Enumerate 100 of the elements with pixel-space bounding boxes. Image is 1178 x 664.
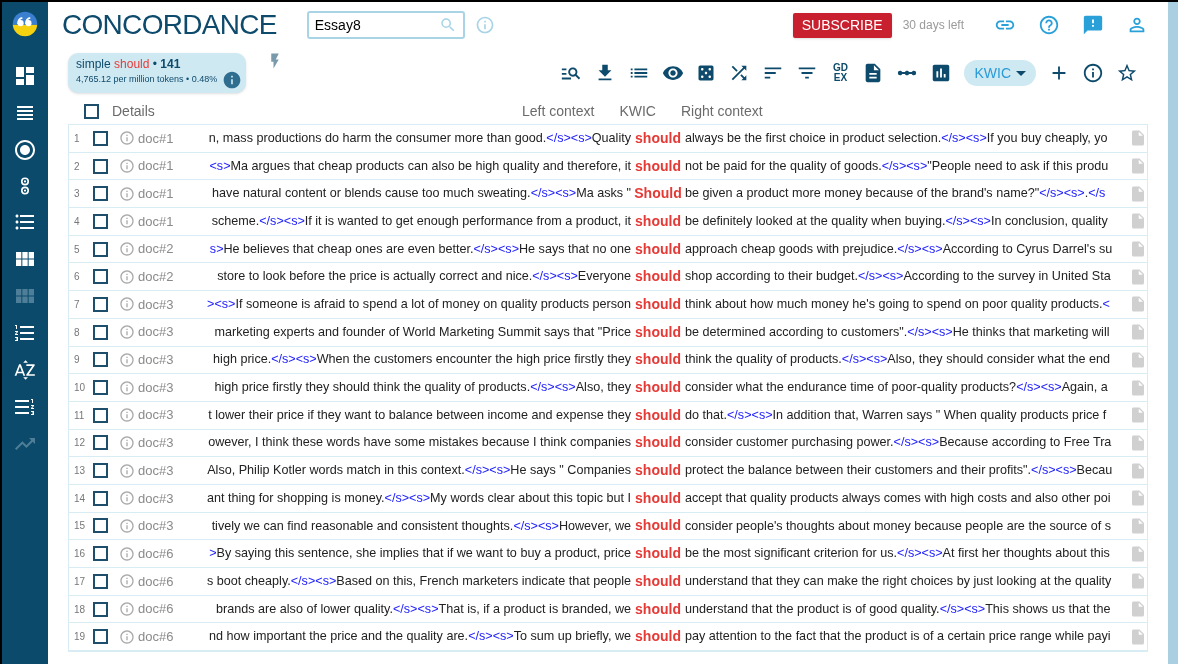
copy-icon[interactable] [1129,212,1147,231]
row-number: 1 [73,131,81,146]
info-icon[interactable] [222,70,242,90]
subscribe-button[interactable]: SUBSCRIBE [792,12,892,38]
document-id[interactable]: doc#3 [138,294,176,315]
document-id[interactable]: doc#6 [138,599,176,619]
left-context: ><s>If someone is afraid to spend a lot of money on quality products person [207,296,631,313]
document-id[interactable]: doc#3 [138,377,176,398]
copy-icon[interactable] [1129,406,1147,425]
right-context: pay attention to the fact that the product is of a certain price range while payi [685,628,1111,646]
row-checkbox[interactable] [93,463,108,479]
select-all-checkbox[interactable] [84,103,99,119]
left-context: brands are also of lower quality.</s><s>That is, if a product is branded, we [216,600,631,618]
left-context: t lower their price if they want to balance between income and expense they [208,406,631,424]
target-icon[interactable] [13,138,37,162]
row-checkbox[interactable] [93,296,108,312]
copy-icon[interactable] [1129,433,1147,452]
document-id[interactable]: doc#3 [138,405,176,425]
row-checkbox[interactable] [93,324,108,340]
copy-icon[interactable] [1129,267,1147,286]
star-icon[interactable] [1116,62,1138,84]
left-context: tively we can find reasonable and consistent thoughts.</s><s>However, we [211,517,631,535]
keyword: should [634,433,682,453]
row-checkbox[interactable] [93,490,108,506]
keyword: should [634,267,682,287]
row-checkbox[interactable] [93,380,108,396]
keyword: should [634,239,682,259]
search-field[interactable]: Essay8 [306,11,465,39]
copy-icon[interactable] [1129,544,1147,563]
document-id[interactable]: doc#2 [138,267,176,287]
document-id[interactable]: doc#3 [138,460,176,481]
copy-icon[interactable] [1129,489,1147,508]
row-checkbox[interactable] [93,130,108,146]
row-number: 2 [73,159,81,174]
document-id[interactable]: doc#3 [138,488,176,509]
copy-icon[interactable] [1129,240,1147,259]
feedback-icon[interactable] [1082,14,1104,36]
document-id[interactable]: doc#3 [138,516,176,536]
column-header: Right context [680,101,763,121]
dice-icon[interactable] [696,63,717,83]
row-checkbox[interactable] [93,352,108,368]
row-checkbox[interactable] [93,186,108,202]
copy-icon[interactable] [1129,323,1147,342]
row-checkbox[interactable] [93,435,108,451]
copy-icon[interactable] [1129,516,1147,535]
copy-icon[interactable] [1129,378,1147,397]
row-checkbox[interactable] [93,269,108,285]
copy-icon[interactable] [1129,572,1147,591]
document-id[interactable]: doc#1 [138,183,176,204]
document-id[interactable]: doc#6 [138,543,176,564]
copy-icon[interactable] [1129,461,1147,480]
letter-list-icon[interactable] [13,358,37,382]
help-icon[interactable] [1038,14,1060,36]
row-number: 19 [73,630,87,645]
row-checkbox[interactable] [93,573,108,589]
row-checkbox[interactable] [93,601,108,617]
row-checkbox[interactable] [93,407,108,423]
right-context: not be paid for the quality of goods.</s><s>"People need to ask if this produ [685,157,1109,175]
row-checkbox[interactable] [93,546,108,562]
gdex-button[interactable]: GD EX [830,63,851,83]
info-icon[interactable] [1082,62,1104,84]
keyword: should [634,488,682,508]
row-checkbox[interactable] [93,213,108,229]
copy-icon[interactable] [1129,600,1147,619]
document-id[interactable]: doc#3 [138,322,176,342]
document-id[interactable]: doc#3 [138,433,176,453]
view-dropdown[interactable]: KWIC [964,60,1036,86]
copy-icon[interactable] [1129,350,1147,369]
logo-icon[interactable] [11,10,39,38]
right-context: be the most significant criterion for us.</s><s>At first her thoughts about this [685,545,1110,563]
right-context: consider what the endurance time of poor-quality products?</s><s>Again, a [685,379,1108,397]
row-number: 9 [73,353,81,368]
row-checkbox[interactable] [93,158,108,174]
dashboard-icon[interactable] [13,64,37,88]
copy-icon[interactable] [1129,627,1147,646]
left-context: nd how important the price and the quality are.</s><s>To sum up briefly, we [209,628,631,646]
scrollbar[interactable] [1168,2,1178,664]
left-context: marketing experts and founder of World Marketing Summit says that "Price [214,323,631,341]
document-id[interactable]: doc#2 [138,239,176,259]
left-context: ant thing for shopping is money.</s><s>My words clear about this topic but I [207,489,631,507]
right-context: shop according to their budget.</s><s>According to the survey in United Sta [685,268,1111,286]
document-id[interactable]: doc#6 [138,571,176,592]
keyword: should [634,571,682,591]
left-context: s>He believes that cheap ones are even better.</s><s>He says that no one [209,240,631,258]
document-id[interactable]: doc#1 [138,211,176,232]
right-context: protect the balance between their customers and their profits".</s><s>Becau [685,462,1113,480]
copy-icon[interactable] [1129,295,1147,314]
row-number: 5 [73,242,81,257]
copy-icon[interactable] [1129,129,1147,148]
document-id[interactable]: doc#3 [138,350,176,370]
row-checkbox[interactable] [93,518,108,534]
row-checkbox[interactable] [93,241,108,257]
document-id[interactable]: doc#6 [138,626,176,647]
copy-icon[interactable] [1129,184,1147,203]
document-id[interactable]: doc#1 [138,156,176,176]
left-context: s boot cheaply.</s><s>Based on this, French marketers indicate that people [207,572,631,590]
copy-icon[interactable] [1129,157,1147,176]
document-id[interactable]: doc#1 [138,128,176,149]
row-checkbox[interactable] [93,629,108,645]
row-number: 10 [73,381,87,396]
